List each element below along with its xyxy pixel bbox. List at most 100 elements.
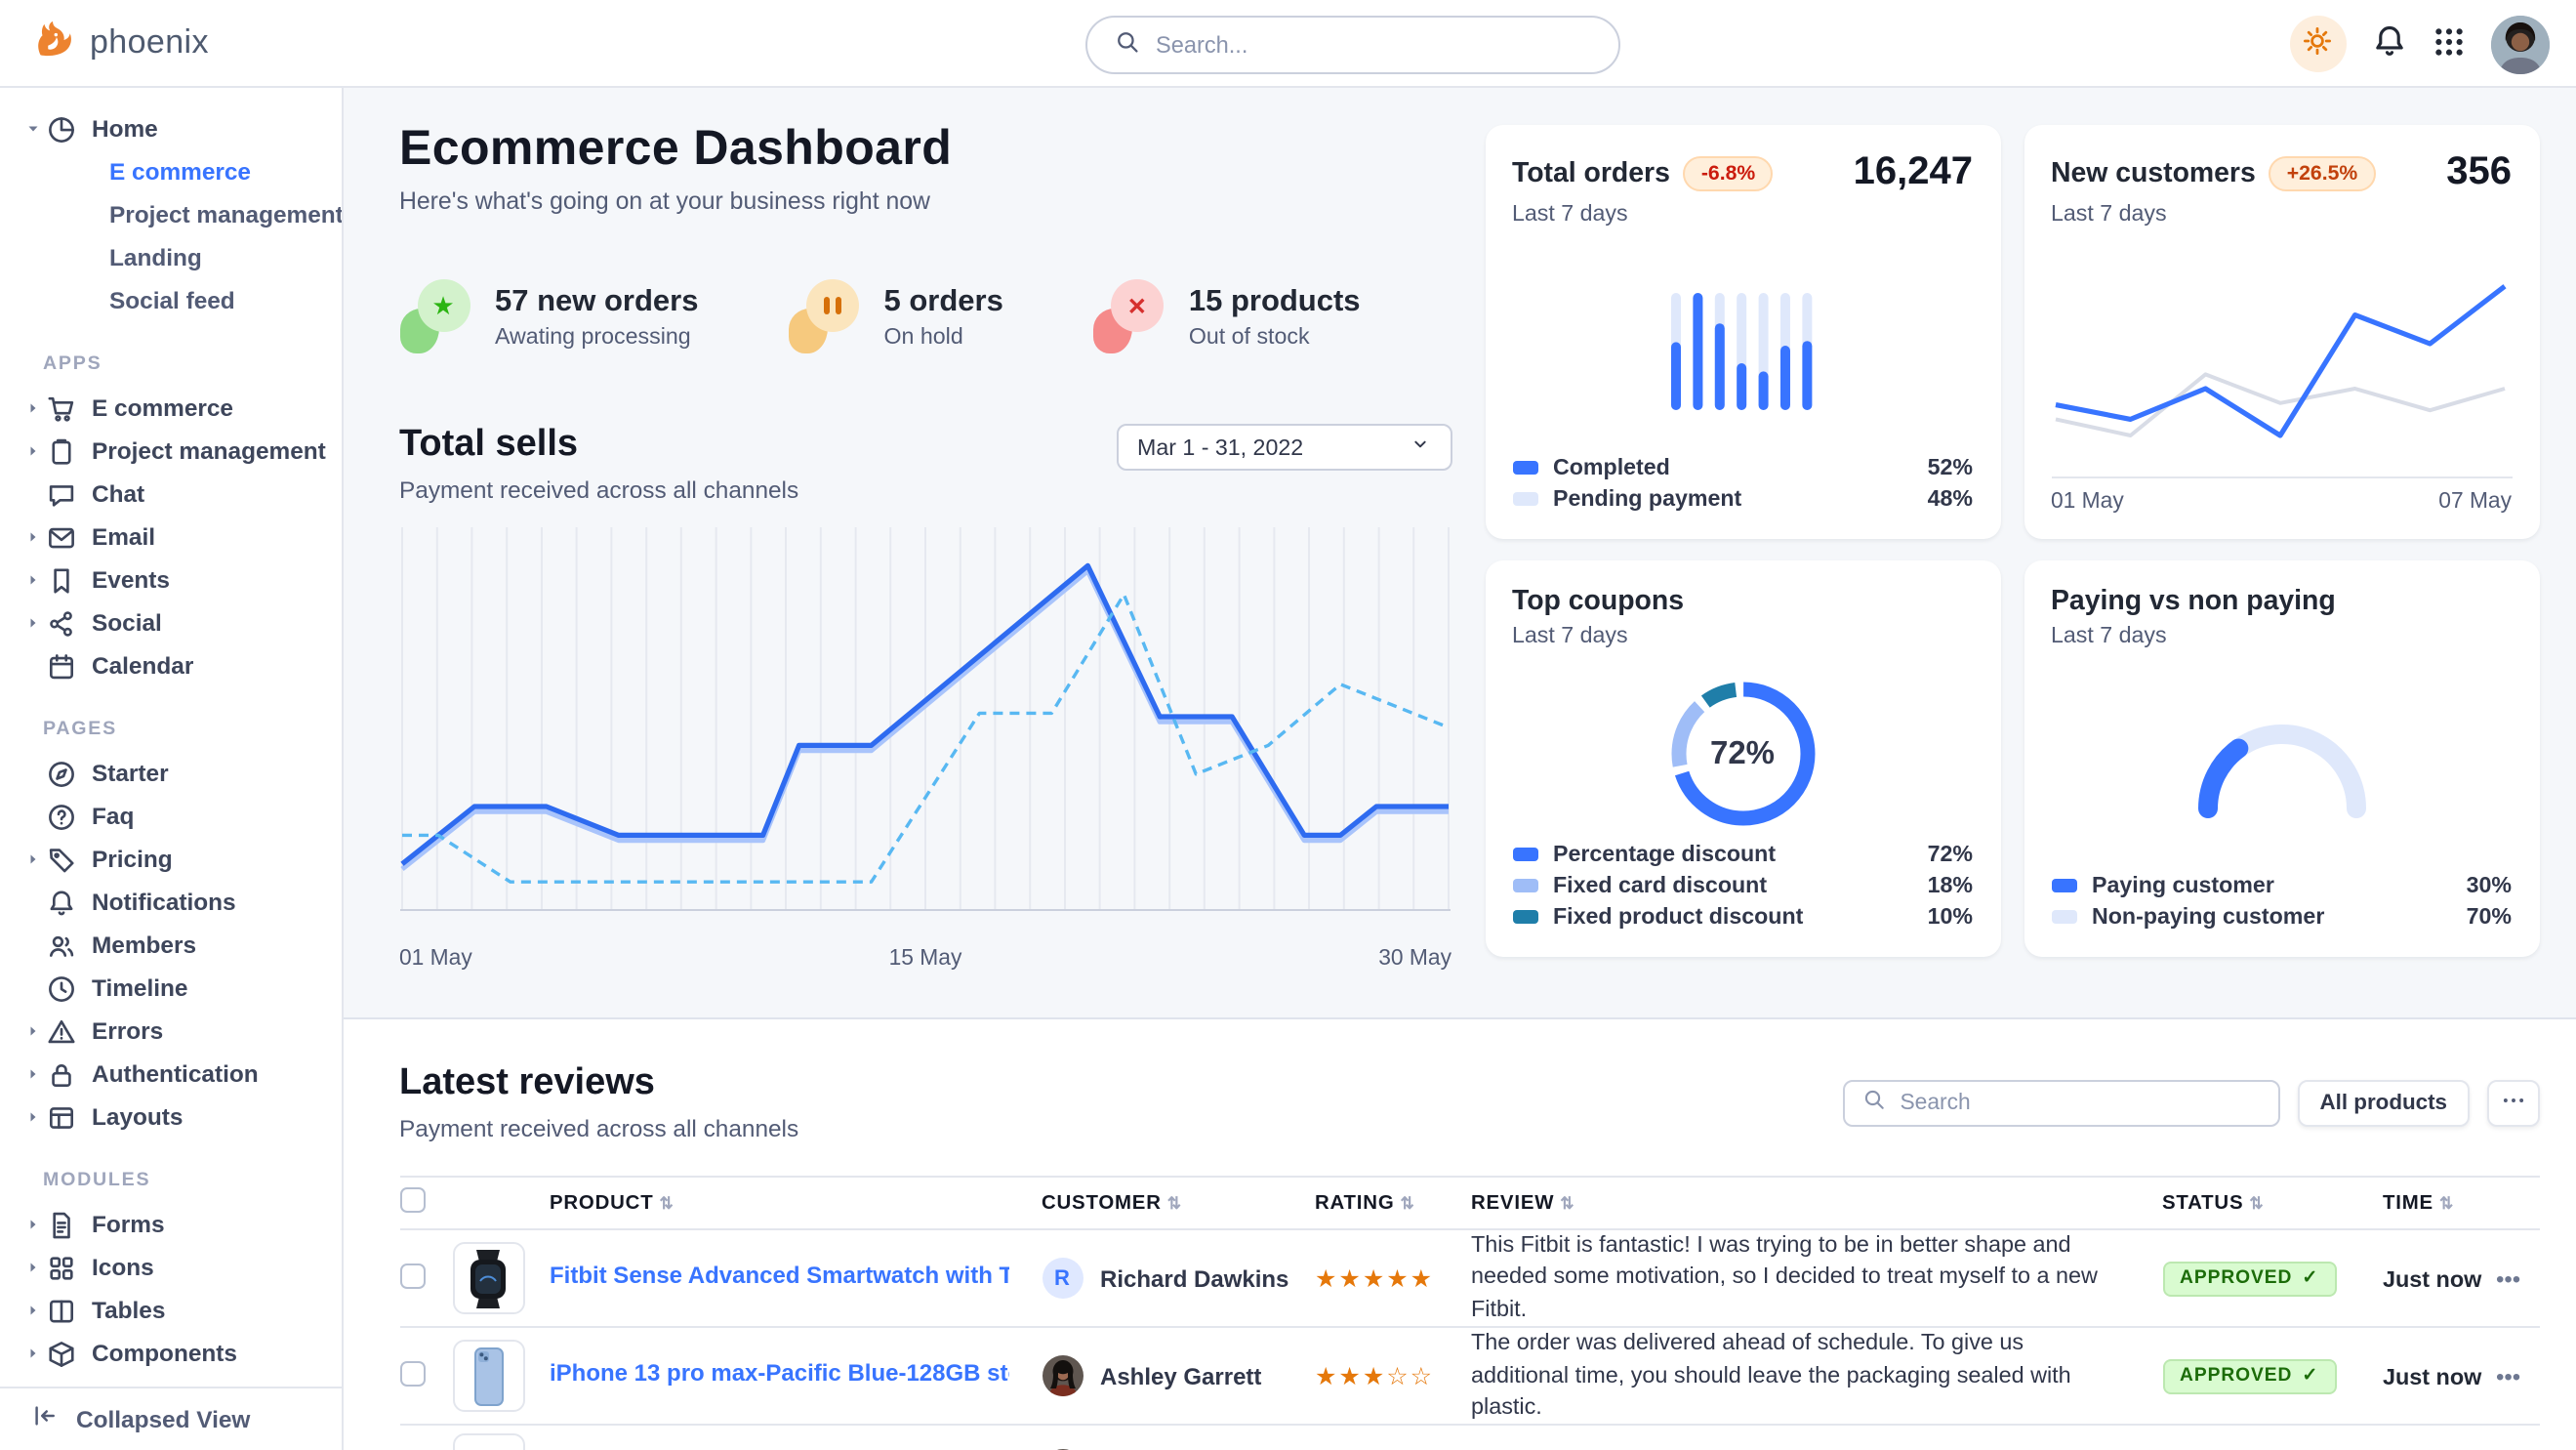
sidebar-item-social-feed[interactable]: Social feed (0, 279, 341, 322)
legend-swatch (1512, 460, 1537, 474)
app-root: phoenix (0, 0, 2576, 1450)
dashboard-left-column: Ecommerce Dashboard Here's what's going … (399, 121, 1452, 971)
row-actions-button[interactable]: ••• (2496, 1264, 2520, 1292)
customer-name: Richard Dawkins (1100, 1264, 1288, 1292)
customer-photo (1042, 1355, 1083, 1396)
sidebar-item-social[interactable]: Social (0, 601, 341, 644)
sidebar-item-layouts[interactable]: Layouts (0, 1096, 341, 1139)
sidebar-item-pricing[interactable]: Pricing (0, 838, 341, 881)
stat-5-orders: 5 ordersOn hold (789, 279, 1003, 353)
avatar-photo (2490, 15, 2549, 73)
global-search[interactable] (1085, 15, 1620, 73)
review-table-row: Fitbit Sense Advanced Smartwatch with To… (399, 1229, 2539, 1327)
sidebar-item-calendar[interactable]: Calendar (0, 644, 341, 687)
chevron-right-icon (25, 851, 41, 867)
legend-item-paying-customer: Paying customer30% (2051, 869, 2512, 900)
rating-stars: ★★★☆☆ (1315, 1363, 1434, 1390)
sidebar-item-faq[interactable]: Faq (0, 795, 341, 838)
sort-icon: ⇅ (659, 1192, 674, 1212)
total-sells-title: Total sells (399, 424, 798, 467)
chevron-right-icon (25, 1303, 41, 1318)
sidebar-item-email[interactable]: Email (0, 516, 341, 559)
global-search-input[interactable] (1156, 30, 1591, 58)
chevron-right-icon (25, 1109, 41, 1125)
legend-value: 10% (1928, 903, 1973, 929)
sidebar-item-tables[interactable]: Tables (0, 1289, 341, 1332)
column-header-customer[interactable]: CUSTOMER⇅ (1042, 1177, 1315, 1229)
search-icon (1862, 1088, 1886, 1111)
legend-swatch (1512, 847, 1537, 860)
sidebar-item-e-commerce[interactable]: E commerce (0, 387, 341, 430)
search-icon (1115, 28, 1140, 60)
sidebar-section-modules-label: MODULES (0, 1170, 341, 1191)
user-avatar[interactable] (2490, 15, 2549, 73)
product-link[interactable]: Fitbit Sense Advanced Smartwatch with To… (550, 1262, 1008, 1289)
legend-value: 72% (1928, 841, 1973, 866)
legend-label: Fixed product discount (1553, 903, 1803, 929)
sidebar-item-authentication[interactable]: Authentication (0, 1053, 341, 1096)
stat-title: 15 products (1189, 284, 1361, 319)
row-actions-button[interactable]: ••• (2496, 1362, 2520, 1389)
sidebar-item-landing[interactable]: Landing (0, 236, 341, 279)
sun-icon (2302, 25, 2333, 57)
bell-icon (2371, 23, 2406, 64)
sidebar-item-timeline[interactable]: Timeline (0, 967, 341, 1010)
sidebar-item-chat[interactable]: Chat (0, 473, 341, 516)
theme-toggle-button[interactable] (2289, 16, 2346, 72)
sidebar-item-events[interactable]: Events (0, 559, 341, 601)
sidebar-item-members[interactable]: Members (0, 924, 341, 967)
review-text: The order was delivered ahead of schedul… (1471, 1328, 2162, 1424)
sidebar-item-notifications[interactable]: Notifications (0, 881, 341, 924)
column-header-time[interactable]: TIME⇅ (2383, 1177, 2496, 1229)
chevron-right-icon (25, 572, 41, 588)
collapsed-view-label: Collapsed View (76, 1405, 250, 1432)
collapsed-view-button[interactable]: Collapsed View (0, 1386, 341, 1450)
brand-logo[interactable]: phoenix (0, 18, 209, 68)
brand-name: phoenix (90, 23, 209, 62)
legend-swatch (1512, 909, 1537, 923)
product-thumbnail[interactable] (452, 1340, 524, 1412)
reviews-more-button[interactable] (2486, 1079, 2539, 1126)
sidebar-item-home[interactable]: Home (0, 107, 341, 150)
sidebar-item-errors[interactable]: Errors (0, 1010, 341, 1053)
date-range-select[interactable]: Mar 1 - 31, 2022 (1116, 424, 1452, 471)
reviews-search[interactable] (1843, 1079, 2280, 1126)
file-icon (47, 1210, 76, 1239)
row-checkbox[interactable] (399, 1263, 425, 1288)
legend-swatch (1512, 491, 1537, 505)
sidebar-item-project-management[interactable]: Project management (0, 193, 341, 236)
sort-icon: ⇅ (1167, 1192, 1182, 1212)
column-header-review[interactable]: REVIEW⇅ (1471, 1177, 2162, 1229)
chevron-right-icon (25, 529, 41, 545)
column-header-product[interactable]: PRODUCT⇅ (550, 1177, 1042, 1229)
legend-item-percentage-discount: Percentage discount72% (1512, 838, 1973, 869)
donut-center-label: 72% (1664, 676, 1820, 832)
apps-menu-button[interactable] (2432, 24, 2465, 63)
stat-icon-badge: ★ (399, 279, 470, 353)
reviews-controls: All products (1843, 1079, 2539, 1126)
sidebar-item-e-commerce[interactable]: E commerce (0, 150, 341, 193)
sidebar-item-forms[interactable]: Forms (0, 1203, 341, 1246)
bell-icon (47, 888, 76, 917)
sidebar-item-components[interactable]: Components (0, 1332, 341, 1375)
grid-dots-icon (2432, 24, 2465, 63)
product-link[interactable]: iPhone 13 pro max-Pacific Blue-128GB sto… (550, 1359, 1008, 1387)
column-header-rating[interactable]: RATING⇅ (1315, 1177, 1471, 1229)
legend-label: Completed (1553, 454, 1670, 479)
all-products-button[interactable]: All products (2298, 1079, 2469, 1126)
sidebar-item-starter[interactable]: Starter (0, 752, 341, 795)
sidebar-item-project-management[interactable]: Project management (0, 430, 341, 473)
select-all-checkbox[interactable] (399, 1187, 425, 1213)
row-checkbox[interactable] (399, 1360, 425, 1386)
reviews-search-input[interactable] (1900, 1091, 2261, 1114)
sort-icon: ⇅ (2249, 1192, 2264, 1212)
column-header-status[interactable]: STATUS⇅ (2162, 1177, 2383, 1229)
new-customers-badge: +26.5% (2269, 155, 2375, 190)
review-time: Just now (2383, 1364, 2481, 1389)
phoenix-flame-icon (31, 18, 76, 68)
notifications-button[interactable] (2371, 23, 2406, 64)
users-icon (47, 931, 76, 960)
product-thumbnail[interactable] (452, 1433, 524, 1450)
sidebar-item-icons[interactable]: Icons (0, 1246, 341, 1289)
product-thumbnail[interactable] (452, 1242, 524, 1314)
